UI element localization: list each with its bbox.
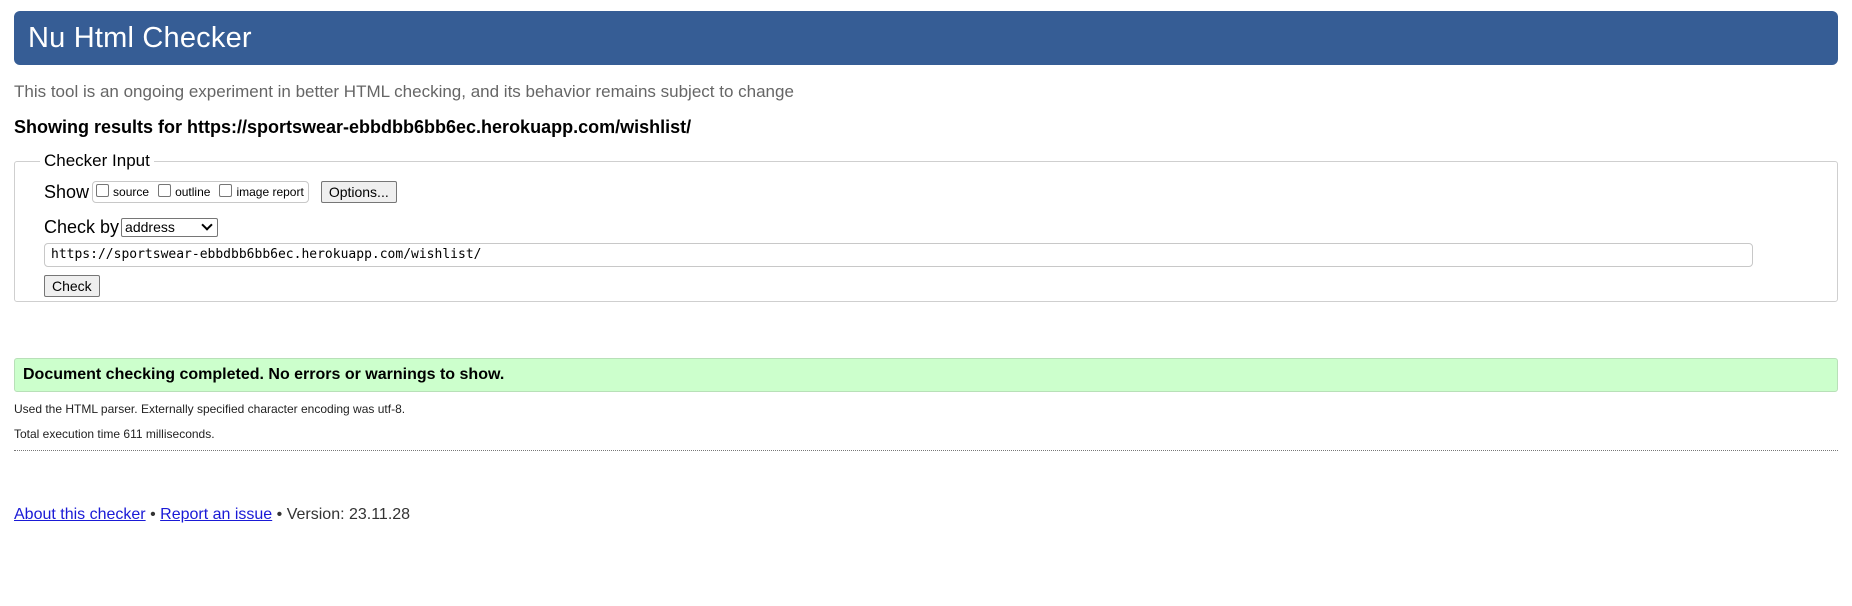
page: Nu Html Checker This tool is an ongoing …: [14, 11, 1838, 524]
image-report-checkbox[interactable]: [219, 184, 233, 197]
check-by-selected-value[interactable]: address: [125, 219, 175, 235]
show-row: Show source outline image report Options…: [44, 177, 1807, 207]
divider: [14, 450, 1838, 451]
options-button[interactable]: Options...: [320, 181, 397, 203]
outline-checkbox[interactable]: [158, 184, 172, 197]
check-by-label: Check by: [44, 216, 120, 237]
tagline: This tool is an ongoing experiment in be…: [14, 82, 794, 101]
report-issue-link[interactable]: Report an issue: [160, 506, 272, 523]
page-title: Nu Html Checker: [28, 21, 252, 54]
results-prefix: Showing results for: [14, 117, 188, 137]
outline-checkbox-label[interactable]: outline: [175, 185, 210, 199]
image-report-checkbox-option[interactable]: image report: [219, 184, 304, 199]
execution-time-note: Total execution time 611 milliseconds.: [14, 427, 215, 441]
results-url: https://sportswear-ebbdbb6bb6ec.herokuap…: [187, 117, 692, 137]
footer-separator: •: [276, 506, 283, 523]
url-input[interactable]: https://sportswear-ebbdbb6bb6ec.herokuap…: [44, 243, 1753, 267]
check-by-row: Check by address: [44, 215, 1807, 239]
checker-input-legend: Checker Input: [44, 151, 150, 170]
footer: About this checker • Report an issue • V…: [14, 506, 1838, 524]
image-report-checkbox-label[interactable]: image report: [236, 185, 303, 199]
outline-checkbox-option[interactable]: outline: [158, 184, 210, 199]
success-message: Document checking completed. No errors o…: [14, 358, 1838, 392]
show-label: Show: [44, 181, 90, 202]
source-checkbox-label[interactable]: source: [113, 185, 149, 199]
check-button[interactable]: Check: [44, 275, 100, 297]
about-link[interactable]: About this checker: [14, 506, 146, 523]
source-checkbox[interactable]: [96, 184, 110, 197]
header-bar: Nu Html Checker: [14, 11, 1838, 65]
checker-input-fieldset: Checker Input Show source outline image …: [14, 151, 1838, 302]
submit-row: Check: [44, 275, 1807, 297]
footer-separator: •: [150, 506, 156, 523]
parser-note: Used the HTML parser. Externally specifi…: [14, 402, 406, 416]
check-by-select[interactable]: address: [121, 217, 219, 237]
results-heading: Showing results for https://sportswear-e…: [14, 117, 1838, 137]
show-options-group: source outline image report: [92, 181, 309, 203]
version-text: Version: 23.11.28: [286, 506, 411, 523]
source-checkbox-option[interactable]: source: [96, 184, 149, 199]
chevron-down-icon[interactable]: [201, 219, 213, 231]
